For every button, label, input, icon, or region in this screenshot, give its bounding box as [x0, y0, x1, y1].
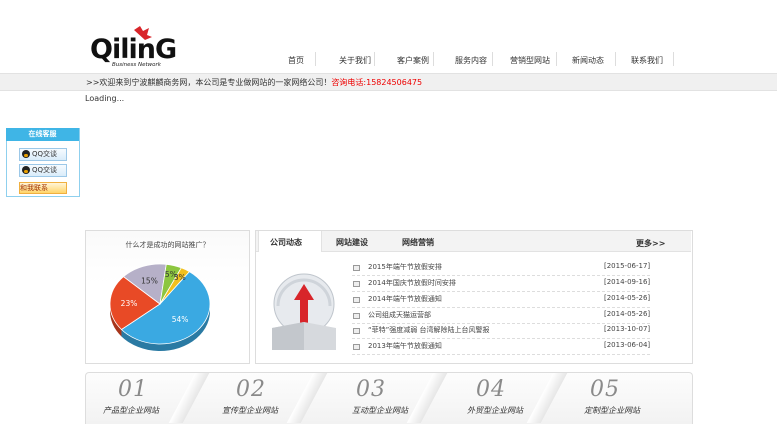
news-date: [2015-06-17]	[604, 262, 651, 270]
service-custom-site[interactable]: 定制型企业网站	[584, 405, 640, 416]
nav-divider	[673, 52, 674, 66]
nav-divider	[315, 52, 316, 66]
nav-home[interactable]: 首页	[288, 55, 304, 66]
doc-icon	[353, 297, 360, 303]
news-item[interactable]: 2014年端午节放假通知 [2014-05-26]	[352, 293, 650, 308]
logo-text: QilinG	[90, 34, 176, 65]
service-promo-site[interactable]: 宣传型企业网站	[222, 405, 278, 416]
contact-me-button[interactable]: 和我联系	[19, 182, 67, 194]
loading-text: Loading...	[85, 94, 125, 103]
tab-company-news[interactable]: 公司动态	[270, 237, 302, 248]
news-date: [2014-05-26]	[604, 310, 651, 318]
news-date: [2013-10-07]	[604, 325, 651, 333]
news-thumbnail-image	[268, 266, 340, 353]
qq-chat-label: QQ交谈	[32, 150, 58, 158]
qq-chat-button-2[interactable]: QQ交谈	[19, 164, 67, 177]
contact-me-label: 和我联系	[20, 184, 48, 192]
news-item[interactable]: 2013年端午节放假通知 [2013-06-04]	[352, 340, 650, 355]
news-title[interactable]: 2015年端午节放假安排	[368, 262, 442, 272]
service-product-site[interactable]: 产品型企业网站	[103, 405, 159, 416]
news-item[interactable]: 2014年国庆节放假时间安排 [2014-09-16]	[352, 277, 650, 292]
welcome-message: >>欢迎来到宁波麒麟商务网，本公司是专业做网站的一家网络公司！咨询电话:1582…	[86, 77, 422, 88]
pie-slice-label: 54%	[172, 315, 189, 324]
news-title[interactable]: “菲特”强度减弱 台湾解除陆上台风警报	[368, 325, 489, 335]
news-date: [2014-09-16]	[604, 278, 651, 286]
service-number: 04	[476, 377, 506, 402]
nav-about[interactable]: 关于我们	[339, 55, 371, 66]
service-number: 01	[118, 377, 148, 402]
service-interactive-site[interactable]: 互动型企业网站	[352, 405, 408, 416]
qq-chat-label: QQ交谈	[32, 166, 58, 174]
online-service-title: 在线客服	[6, 128, 79, 141]
doc-icon	[353, 281, 360, 287]
pie-slice-label: 23%	[121, 299, 138, 308]
doc-icon	[353, 328, 360, 334]
nav-marketing-site[interactable]: 营销型网站	[510, 55, 550, 66]
nav-news[interactable]: 新闻动态	[572, 55, 604, 66]
nav-divider	[615, 52, 616, 66]
news-item[interactable]: 公司组成天猫运营部 [2014-05-26]	[352, 309, 650, 324]
nav-contact[interactable]: 联系我们	[631, 55, 663, 66]
doc-icon	[353, 265, 360, 271]
news-title[interactable]: 公司组成天猫运营部	[368, 310, 431, 320]
consult-phone: 咨询电话:15824506475	[331, 78, 423, 87]
service-trade-site[interactable]: 外贸型企业网站	[467, 405, 523, 416]
logo-tagline: Business Network	[112, 62, 162, 68]
qq-chat-button-1[interactable]: QQ交谈	[19, 148, 67, 161]
company-logo[interactable]: QilinG Business Network	[88, 24, 212, 68]
pie-slice-label: 3%	[174, 273, 186, 282]
tab-website-building[interactable]: 网站建设	[336, 237, 368, 248]
pie-title: 什么才是成功的网站推广？	[125, 241, 210, 249]
tab-network-marketing[interactable]: 网络营销	[402, 237, 434, 248]
news-title[interactable]: 2013年端午节放假通知	[368, 341, 442, 351]
welcome-text: >>欢迎来到宁波麒麟商务网，本公司是专业做网站的一家网络公司！	[86, 78, 332, 87]
service-number: 02	[236, 377, 266, 402]
news-item[interactable]: “菲特”强度减弱 台湾解除陆上台风警报 [2013-10-07]	[352, 324, 650, 339]
nav-services[interactable]: 服务内容	[455, 55, 487, 66]
doc-icon	[353, 344, 360, 350]
news-date: [2014-05-26]	[604, 294, 651, 302]
service-number: 03	[356, 377, 386, 402]
nav-divider	[433, 52, 434, 66]
doc-icon	[353, 313, 360, 319]
pie-slice-label: 15%	[141, 277, 158, 286]
news-date: [2013-06-04]	[604, 341, 651, 349]
service-number: 05	[590, 377, 620, 402]
qq-penguin-icon	[22, 150, 30, 158]
qq-penguin-icon	[22, 166, 30, 174]
news-title[interactable]: 2014年端午节放假通知	[368, 294, 442, 304]
nav-divider	[492, 52, 493, 66]
news-more-link[interactable]: 更多>>	[636, 238, 665, 249]
nav-cases[interactable]: 客户案例	[397, 55, 429, 66]
promotion-pie-chart: 54%23%15%5%3%	[109, 263, 211, 351]
news-item[interactable]: 2015年端午节放假安排 [2015-06-17]	[352, 261, 650, 276]
news-title[interactable]: 2014年国庆节放假时间安排	[368, 278, 456, 288]
nav-divider	[374, 52, 375, 66]
nav-divider	[556, 52, 557, 66]
